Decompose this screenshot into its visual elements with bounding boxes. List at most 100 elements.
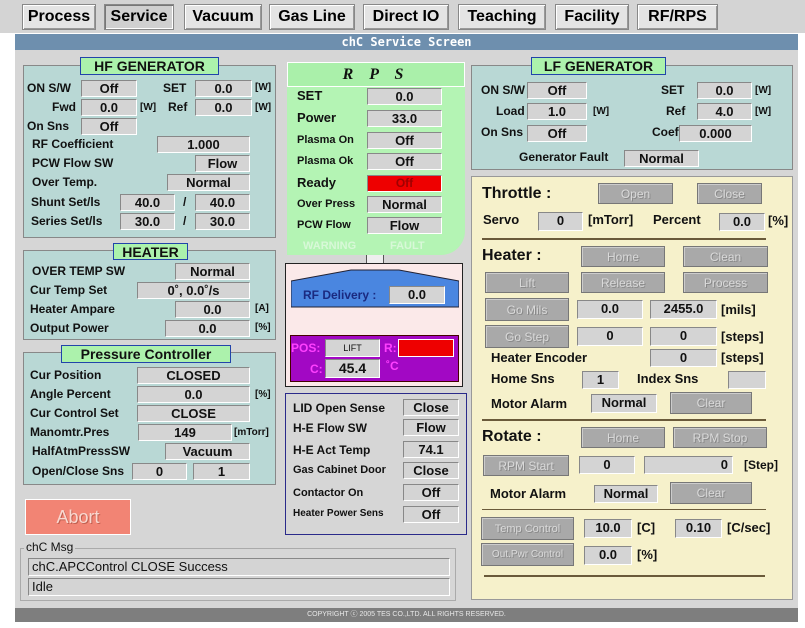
hf-shunt-label: Shunt Set/ls	[31, 195, 101, 209]
pos-value: LIFT	[325, 339, 380, 357]
go-mils-button[interactable]: Go Mils	[485, 298, 569, 321]
tab-gas-line[interactable]: Gas Line	[269, 4, 355, 30]
tab-vacuum[interactable]: Vacuum	[184, 4, 262, 30]
hf-on-sns-label: On Sns	[27, 119, 70, 133]
heater-release-button[interactable]: Release	[581, 272, 665, 293]
lf-fault-label: Generator Fault	[519, 150, 609, 164]
rps-pcw-flow-label: PCW Flow	[297, 219, 351, 231]
lf-on-sns-value: Off	[527, 125, 587, 142]
he-flow-label: H-E Flow SW	[293, 421, 367, 435]
out-power-input[interactable]: 0.0	[584, 546, 632, 565]
rpm-stop-button[interactable]: RPM Stop	[673, 427, 767, 448]
hf-on-sns-value: Off	[81, 118, 137, 135]
divider	[482, 509, 766, 510]
half-atm-value: Vacuum	[165, 443, 250, 460]
hf-ref-label: Ref	[168, 100, 188, 114]
rpm-input[interactable]: 0	[579, 456, 635, 474]
manometer-pres-value: 149	[138, 424, 232, 441]
rotate-home-button[interactable]: Home	[581, 427, 665, 448]
manometer-pres-label: Manomtr.Pres	[30, 425, 110, 439]
throttle-title: Throttle :	[482, 185, 552, 202]
c-value: 45.4	[325, 359, 380, 378]
unit-label: [Step]	[744, 458, 778, 472]
gas-cabinet-label: Gas Cabinet Door	[293, 464, 386, 476]
hf-on-sw-label: ON S/W	[27, 81, 71, 95]
tab-rf-rps[interactable]: RF/RPS	[637, 4, 718, 30]
hf-rf-coef-value: 1.000	[157, 136, 250, 153]
pos-label: POS:	[291, 341, 321, 355]
index-sns-value	[728, 371, 766, 389]
output-power-value: 0.0	[165, 320, 250, 337]
he-temp-value: 74.1	[403, 441, 459, 458]
divider	[484, 575, 765, 577]
throttle-close-button[interactable]: Close	[697, 183, 762, 204]
temp-rate-input[interactable]: 0.10	[675, 519, 722, 538]
hf-shunt-is: 40.0	[195, 194, 250, 211]
angle-percent-value: 0.0	[137, 386, 250, 403]
lf-load-value: 1.0	[527, 103, 587, 120]
slash: /	[183, 214, 187, 228]
out-power-control-button[interactable]: Out.Pwr Control	[481, 543, 574, 566]
percent-label: Percent	[653, 212, 701, 227]
hf-series-set: 30.0	[120, 213, 175, 230]
lid-open-value: Close	[403, 399, 459, 416]
half-atm-label: HalfAtmPressSW	[32, 444, 131, 458]
angle-percent-label: Angle Percent	[30, 387, 111, 401]
tab-teaching[interactable]: Teaching	[458, 4, 546, 30]
rotate-motor-alarm-label: Motor Alarm	[490, 486, 567, 501]
rps-title: R P S	[287, 62, 465, 87]
unit-label: [steps]	[721, 350, 764, 365]
heater-lift-button[interactable]: Lift	[485, 272, 569, 293]
heater-clean-button[interactable]: Clean	[683, 246, 768, 267]
heater-ampare-label: Heater Ampare	[30, 302, 115, 316]
c-unit: ˚C	[386, 359, 399, 373]
unit-label: [mTorr]	[234, 427, 269, 438]
tab-service[interactable]: Service	[104, 4, 174, 30]
heater-process-button[interactable]: Process	[683, 272, 768, 293]
lf-load-label: Load	[496, 104, 525, 118]
divider	[482, 238, 766, 240]
home-sns-label: Home Sns	[491, 371, 555, 386]
heater-alarm-clear-button[interactable]: Clear	[670, 392, 752, 414]
he-flow-value: Flow	[403, 419, 459, 436]
lf-on-sw-label: ON S/W	[481, 83, 525, 97]
rps-over-press-label: Over Press	[297, 198, 356, 210]
mils-target-input[interactable]: 0.0	[577, 300, 643, 319]
heater-power-sens-label: Heater Power Sens	[293, 508, 384, 519]
rps-over-press-value: Normal	[367, 196, 442, 213]
cur-position-label: Cur Position	[30, 368, 102, 382]
temp-control-button[interactable]: Temp Control	[481, 517, 574, 540]
home-sns-value: 1	[582, 371, 619, 389]
heater-home-button[interactable]: Home	[581, 246, 665, 267]
tab-process[interactable]: Process	[22, 4, 96, 30]
hf-fwd-value: 0.0	[81, 99, 137, 116]
abort-button[interactable]: Abort	[25, 499, 131, 535]
lid-open-label: LID Open Sense	[293, 401, 386, 415]
servo-value: 0	[538, 212, 583, 231]
go-step-button[interactable]: Go Step	[485, 325, 569, 348]
rf-delivery-label: RF Delivery :	[303, 288, 377, 302]
heater-power-sens-value: Off	[403, 506, 459, 523]
rps-pcw-flow-value: Flow	[367, 217, 442, 234]
unit-label: [W]	[255, 102, 272, 113]
hf-fwd-label: Fwd	[52, 100, 76, 114]
lf-coeff-value: 0.000	[679, 125, 752, 142]
throttle-open-button[interactable]: Open	[598, 183, 673, 204]
over-temp-sw-label: OVER TEMP SW	[32, 264, 126, 278]
lf-set-label: SET	[661, 83, 685, 97]
unit-label: [C/sec]	[727, 520, 771, 535]
rpm-start-button[interactable]: RPM Start	[483, 455, 569, 476]
msg-line: Idle	[28, 578, 450, 596]
rotate-alarm-clear-button[interactable]: Clear	[670, 482, 752, 504]
unit-label: [C]	[637, 520, 656, 535]
unit-label: [%]	[637, 547, 658, 562]
lf-ref-value: 4.0	[697, 103, 752, 120]
hf-pcw-value: Flow	[195, 155, 250, 172]
step-target-input[interactable]: 0	[577, 327, 643, 346]
unit-label: [mTorr]	[588, 212, 634, 227]
lf-ref-label: Ref	[666, 104, 686, 118]
step-current-value: 0	[650, 327, 717, 346]
tab-direct-io[interactable]: Direct IO	[363, 4, 449, 30]
tab-facility[interactable]: Facility	[555, 4, 629, 30]
temp-setpoint-input[interactable]: 10.0	[584, 519, 632, 538]
